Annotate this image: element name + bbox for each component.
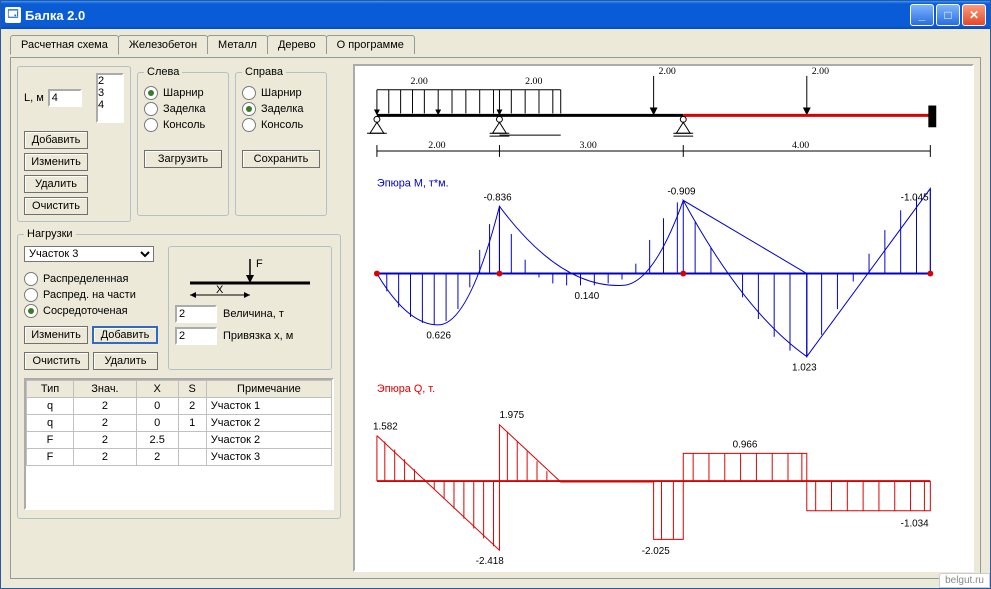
svg-text:0.966: 0.966	[733, 439, 758, 450]
load-del-button[interactable]: Удалить	[93, 352, 158, 370]
tab-about[interactable]: О программе	[326, 35, 415, 54]
load-schema-icon: F X	[180, 253, 320, 301]
span-add-button[interactable]: Добавить	[24, 131, 88, 149]
span-list[interactable]: 2 3 4	[96, 73, 124, 123]
span-group: L, м 2 3 4 Добавить Изменить	[17, 66, 131, 222]
svg-text:-1.045: -1.045	[901, 192, 930, 203]
app-window: 🗔 Балка 2.0 _ □ ✕ Расчетная схема Железо…	[0, 0, 991, 589]
svg-text:-1.034: -1.034	[901, 519, 930, 530]
span-edit-button[interactable]: Изменить	[24, 153, 88, 171]
table-row[interactable]: q202Участок 1	[27, 398, 332, 415]
table-row[interactable]: q201Участок 2	[27, 415, 332, 432]
table-row[interactable]: F22Участок 3	[27, 449, 332, 466]
m-diagram-title: Эпюра M, т*м.	[377, 178, 449, 190]
load-edit-button[interactable]: Изменить	[24, 326, 88, 344]
watermark: belgut.ru	[939, 573, 990, 588]
svg-text:2.00: 2.00	[812, 66, 829, 77]
svg-text:2.00: 2.00	[428, 140, 445, 151]
close-button[interactable]: ✕	[962, 4, 986, 26]
left-support-legend: Слева	[144, 66, 182, 78]
span-length-input[interactable]	[48, 89, 82, 107]
tab-scheme[interactable]: Расчетная схема	[10, 35, 119, 55]
svg-text:X: X	[216, 284, 224, 296]
col-type[interactable]: Тип	[27, 381, 74, 398]
tab-panel: L, м 2 3 4 Добавить Изменить	[10, 57, 981, 579]
span-list-item[interactable]: 2	[98, 75, 122, 87]
window-title: Балка 2.0	[25, 8, 85, 23]
svg-text:1.582: 1.582	[373, 422, 398, 433]
tab-metal[interactable]: Металл	[207, 35, 268, 54]
svg-text:F: F	[256, 258, 263, 270]
col-x[interactable]: X	[136, 381, 178, 398]
svg-text:3.00: 3.00	[580, 140, 597, 151]
load-type-partial[interactable]: Распред. на части	[24, 288, 158, 302]
save-file-button[interactable]: Сохранить	[242, 150, 320, 168]
svg-text:0.626: 0.626	[426, 331, 451, 342]
section-select[interactable]: Участок 3	[24, 246, 154, 262]
svg-text:2.00: 2.00	[525, 76, 542, 87]
load-offset-input[interactable]	[175, 327, 217, 345]
tab-wood[interactable]: Дерево	[267, 35, 327, 54]
left-support-cantilever[interactable]: Консоль	[144, 118, 222, 132]
svg-text:-2.418: -2.418	[476, 556, 505, 567]
right-support-hinge[interactable]: Шарнир	[242, 86, 320, 100]
load-offset-label: Привязка x, м	[223, 330, 293, 342]
loads-group: Нагрузки Участок 3 Распределенная Распре…	[17, 228, 341, 519]
left-support-group: Слева Шарнир Заделка Консоль Загрузить	[137, 66, 229, 216]
right-support-fixed[interactable]: Заделка	[242, 102, 320, 116]
diagram-panel: 2.00 2.00 2.00 2.00	[353, 64, 974, 572]
right-support-legend: Справа	[242, 66, 286, 78]
col-val[interactable]: Знач.	[74, 381, 137, 398]
maximize-button[interactable]: □	[936, 4, 960, 26]
load-schema: F X Величина, т	[168, 246, 332, 370]
load-clear-button[interactable]: Очистить	[24, 352, 89, 370]
svg-text:-0.836: -0.836	[484, 192, 513, 203]
load-add-button[interactable]: Добавить	[92, 326, 158, 344]
span-del-button[interactable]: Удалить	[24, 175, 88, 193]
minimize-button[interactable]: _	[910, 4, 934, 26]
col-s[interactable]: S	[178, 381, 206, 398]
app-icon: 🗔	[5, 7, 21, 23]
load-type-distributed[interactable]: Распределенная	[24, 272, 158, 286]
loads-legend: Нагрузки	[24, 228, 76, 240]
svg-text:-0.909: -0.909	[667, 186, 696, 197]
svg-text:1.023: 1.023	[792, 362, 817, 373]
left-support-fixed[interactable]: Заделка	[144, 102, 222, 116]
load-type-point[interactable]: Сосредоточеная	[24, 304, 158, 318]
right-support-cantilever[interactable]: Консоль	[242, 118, 320, 132]
svg-text:4.00: 4.00	[792, 140, 809, 151]
span-list-item[interactable]: 3	[98, 87, 122, 99]
svg-text:-2.025: -2.025	[642, 546, 671, 557]
svg-text:2.00: 2.00	[659, 66, 676, 77]
span-label: L, м	[24, 92, 44, 104]
q-diagram-title: Эпюра Q, т.	[377, 383, 435, 395]
span-list-item[interactable]: 4	[98, 99, 122, 111]
tab-bar: Расчетная схема Железобетон Металл Дерев…	[10, 35, 981, 54]
loads-table[interactable]: Тип Знач. X S Примечание q202Участок 1q2…	[24, 378, 334, 510]
controls-column: L, м 2 3 4 Добавить Изменить	[17, 66, 341, 572]
svg-text:1.975: 1.975	[499, 410, 524, 421]
col-note[interactable]: Примечание	[206, 381, 331, 398]
beam-diagrams: 2.00 2.00 2.00 2.00	[355, 66, 972, 570]
tab-concrete[interactable]: Железобетон	[118, 35, 208, 54]
right-support-group: Справа Шарнир Заделка Консоль Сохранить	[235, 66, 327, 216]
load-file-button[interactable]: Загрузить	[144, 150, 222, 168]
title-bar: 🗔 Балка 2.0 _ □ ✕	[1, 1, 990, 29]
svg-text:2.00: 2.00	[411, 76, 428, 87]
client-area: Расчетная схема Железобетон Металл Дерев…	[4, 29, 987, 585]
table-row[interactable]: F22.5Участок 2	[27, 432, 332, 449]
span-clear-button[interactable]: Очистить	[24, 197, 88, 215]
load-value-input[interactable]	[175, 305, 217, 323]
load-value-label: Величина, т	[223, 308, 284, 320]
left-support-hinge[interactable]: Шарнир	[144, 86, 222, 100]
svg-text:0.140: 0.140	[575, 291, 600, 302]
